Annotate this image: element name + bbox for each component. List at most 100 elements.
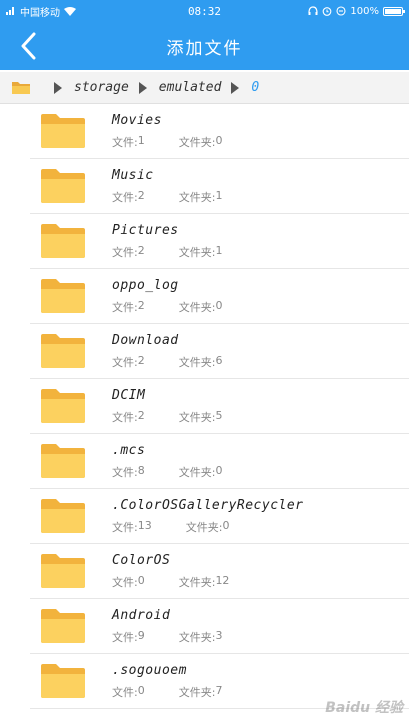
folder-count-value: 3 [215, 628, 223, 642]
file-count-value: 8 [137, 463, 145, 477]
file-count-label: 文件: [112, 465, 138, 479]
breadcrumb-storage[interactable]: storage [74, 80, 129, 95]
folder-count: 文件夹: 0 [179, 464, 223, 480]
folder-icon [41, 114, 85, 148]
list-item[interactable]: Android 文件: 9 文件夹: 3 [30, 599, 409, 654]
folder-count-label: 文件夹: [178, 355, 216, 369]
file-count: 文件: 1 [112, 134, 145, 150]
breadcrumb-emulated[interactable]: emulated [159, 80, 222, 95]
folder-count-value: 12 [215, 573, 230, 587]
list-item-text: DCIM 文件: 2 文件夹: 5 [112, 388, 222, 425]
file-count-label: 文件: [112, 520, 138, 534]
list-item[interactable]: .mcs 文件: 8 文件夹: 0 [30, 434, 409, 489]
folder-count-value: 1 [215, 188, 223, 202]
list-item[interactable]: Music 文件: 2 文件夹: 1 [30, 159, 409, 214]
breadcrumb-arrow-icon [138, 81, 147, 94]
file-count: 文件: 2 [112, 189, 145, 205]
file-count: 文件: 8 [112, 464, 145, 480]
file-count-label: 文件: [112, 245, 138, 259]
folder-count-value: 6 [215, 353, 223, 367]
folder-count-label: 文件夹: [185, 520, 223, 534]
file-count-label: 文件: [112, 630, 138, 644]
list-item[interactable]: DCIM 文件: 2 文件夹: 5 [30, 379, 409, 434]
file-count: 文件: 0 [112, 684, 145, 700]
folder-name: ColorOS [112, 552, 171, 568]
folder-icon [41, 499, 85, 533]
file-count: 文件: 2 [112, 354, 145, 370]
file-count-label: 文件: [112, 135, 138, 149]
folder-meta: 文件: 2 文件夹: 5 [112, 409, 222, 425]
folder-name: Android [112, 607, 171, 623]
folder-meta: 文件: 0 文件夹: 12 [112, 574, 229, 590]
list-item[interactable]: Pictures 文件: 2 文件夹: 1 [30, 214, 409, 269]
folder-count-value: 7 [215, 683, 223, 697]
folder-name: .sogouoem [112, 662, 187, 678]
folder-name: Movies [112, 112, 162, 128]
file-count-value: 2 [137, 188, 145, 202]
folder-icon [41, 444, 85, 478]
folder-meta: 文件: 2 文件夹: 0 [112, 299, 222, 315]
folder-icon[interactable] [12, 81, 30, 94]
page-title: 添加文件 [166, 38, 243, 59]
file-count-value: 13 [137, 518, 152, 532]
folder-count: 文件夹: 7 [179, 684, 223, 700]
list-item[interactable]: Movies 文件: 1 文件夹: 0 [30, 104, 409, 159]
breadcrumb-current[interactable]: 0 [251, 80, 259, 95]
file-count-value: 1 [137, 133, 145, 147]
file-count: 文件: 9 [112, 629, 145, 645]
file-count-value: 2 [137, 353, 145, 367]
folder-meta: 文件: 13 文件夹: 0 [112, 519, 304, 535]
folder-count-label: 文件夹: [178, 135, 216, 149]
folder-count-value: 5 [215, 408, 223, 422]
folder-name: DCIM [112, 387, 146, 403]
list-item-text: Pictures 文件: 2 文件夹: 1 [112, 223, 222, 260]
folder-name: Music [112, 167, 154, 183]
back-button[interactable] [12, 30, 44, 62]
list-item-text: Music 文件: 2 文件夹: 1 [112, 168, 222, 205]
folder-count-value: 0 [215, 298, 223, 312]
file-count: 文件: 13 [112, 519, 152, 535]
folder-count: 文件夹: 0 [179, 134, 223, 150]
folder-icon [41, 609, 85, 643]
list-item[interactable]: .ColorOSGalleryRecycler 文件: 13 文件夹: 0 [30, 489, 409, 544]
file-count-value: 2 [137, 298, 145, 312]
folder-name: Download [112, 332, 179, 348]
file-count-label: 文件: [112, 300, 138, 314]
file-count-value: 9 [137, 628, 145, 642]
file-count-label: 文件: [112, 410, 138, 424]
folder-count: 文件夹: 12 [179, 574, 230, 590]
list-item-text: oppo_log 文件: 2 文件夹: 0 [112, 278, 222, 315]
file-count-value: 2 [137, 408, 145, 422]
file-list: Movies 文件: 1 文件夹: 0 Music 文件: 2 文件夹: 1 Pictures 文件:… [0, 104, 409, 723]
list-item-text: Download 文件: 2 文件夹: 6 [112, 333, 222, 370]
folder-count: 文件夹: 0 [179, 299, 223, 315]
folder-meta: 文件: 2 文件夹: 6 [112, 354, 222, 370]
folder-name: .mcs [112, 442, 146, 458]
folder-count-value: 0 [215, 463, 223, 477]
folder-icon [41, 664, 85, 698]
list-item[interactable]: Download 文件: 2 文件夹: 6 [30, 324, 409, 379]
folder-meta: 文件: 2 文件夹: 1 [112, 189, 222, 205]
list-item-text: .ColorOSGalleryRecycler 文件: 13 文件夹: 0 [112, 498, 304, 535]
status-bar: 中国移动 08:32 100% [0, 0, 409, 22]
folder-count: 文件夹: 5 [179, 409, 223, 425]
folder-icon [41, 554, 85, 588]
folder-count-label: 文件夹: [178, 630, 216, 644]
folder-meta: 文件: 9 文件夹: 3 [112, 629, 222, 645]
folder-count-label: 文件夹: [178, 245, 216, 259]
file-count: 文件: 2 [112, 409, 145, 425]
folder-meta: 文件: 1 文件夹: 0 [112, 134, 222, 150]
folder-count: 文件夹: 1 [179, 189, 223, 205]
folder-name: .ColorOSGalleryRecycler [112, 497, 304, 513]
list-item-text: ColorOS 文件: 0 文件夹: 12 [112, 553, 229, 590]
folder-count: 文件夹: 0 [186, 519, 230, 535]
file-count-label: 文件: [112, 190, 138, 204]
battery-icon [383, 6, 405, 16]
list-item-text: Movies 文件: 1 文件夹: 0 [112, 113, 222, 150]
folder-count-value: 0 [215, 133, 223, 147]
folder-count-label: 文件夹: [178, 190, 216, 204]
watermark: Baidu 经验 [325, 700, 403, 716]
list-item[interactable]: oppo_log 文件: 2 文件夹: 0 [30, 269, 409, 324]
folder-meta: 文件: 2 文件夹: 1 [112, 244, 222, 260]
list-item[interactable]: ColorOS 文件: 0 文件夹: 12 [30, 544, 409, 599]
